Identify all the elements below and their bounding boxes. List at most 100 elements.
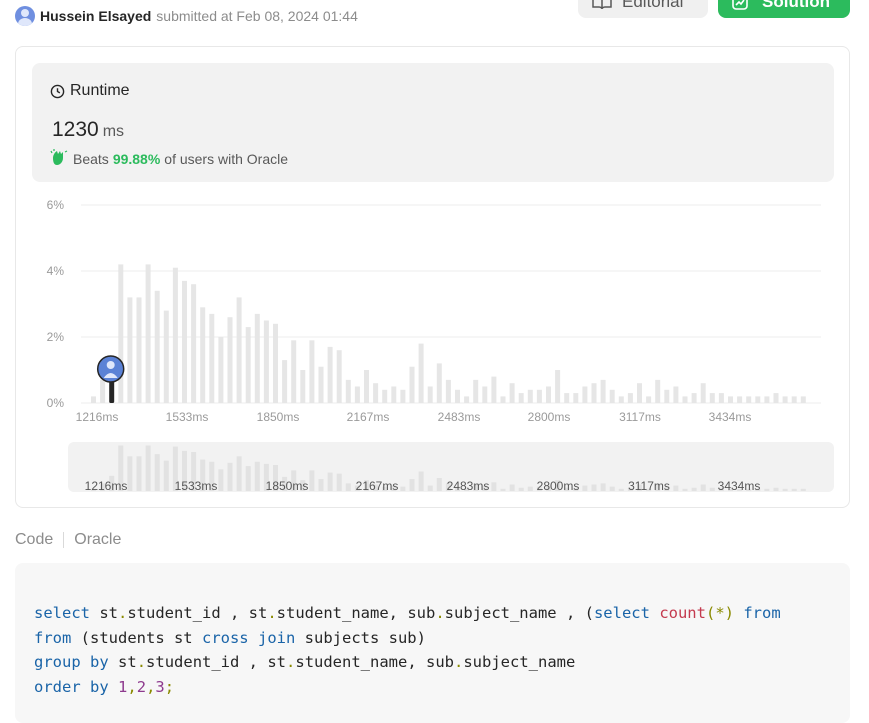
y-tick-label: 2% xyxy=(47,330,65,344)
bar xyxy=(673,386,679,403)
bar xyxy=(518,393,524,403)
overview-bar xyxy=(609,486,615,491)
overview-bar xyxy=(764,488,770,491)
bar xyxy=(373,383,379,403)
bar xyxy=(573,393,579,403)
bar xyxy=(100,379,106,403)
beats-prefix: Beats xyxy=(73,150,109,167)
bar xyxy=(618,396,624,403)
bar xyxy=(482,386,488,403)
bar xyxy=(400,389,406,403)
code-token: 1 xyxy=(118,677,128,696)
bar xyxy=(773,393,779,403)
overview-bar xyxy=(227,462,233,491)
code-token: group xyxy=(34,653,81,671)
divider xyxy=(63,532,65,548)
avatar[interactable] xyxy=(15,6,35,26)
beats-suffix: of users with Oracle xyxy=(164,150,289,167)
beats-percentage: 99.88% xyxy=(112,150,161,167)
code-token: select xyxy=(593,604,650,622)
runtime-card: Runtime 1230 ms Beats 99.88% of users wit… xyxy=(15,46,850,508)
overview-bar xyxy=(136,456,142,491)
bar xyxy=(172,267,178,403)
overview-bar xyxy=(791,488,797,491)
runtime-stat-panel: Runtime 1230 ms Beats 99.88% of users wit… xyxy=(32,63,834,182)
overview-bar xyxy=(236,456,242,491)
code-token: , xyxy=(146,677,156,696)
runtime-title-row: Runtime xyxy=(50,82,130,100)
clapping-hands-icon xyxy=(50,149,68,168)
overview-tick-label: 1533ms xyxy=(175,479,218,493)
bar xyxy=(600,379,606,403)
overview-bar xyxy=(154,454,160,491)
code-label: Code xyxy=(15,531,54,548)
bar xyxy=(263,320,269,403)
y-tick-label: 6% xyxy=(47,198,65,212)
overview-tick-label: 3434ms xyxy=(718,479,761,493)
bar xyxy=(627,393,633,403)
code-token: by xyxy=(90,677,109,696)
code-token: count xyxy=(659,604,706,622)
x-tick-label: 1850ms xyxy=(257,410,300,424)
bar xyxy=(209,313,215,403)
code-token: subjects sub) xyxy=(295,628,426,647)
bar xyxy=(118,264,124,403)
code-token: (students st xyxy=(71,628,202,647)
overview-bar xyxy=(327,472,333,491)
submission-author-line: Hussein Elsayed submitted at Feb 08, 202… xyxy=(15,6,358,26)
bar xyxy=(391,386,397,403)
code-language[interactable]: Oracle xyxy=(74,531,121,549)
x-tick-label: 1216ms xyxy=(76,410,119,424)
solution-button[interactable]: Solution xyxy=(718,0,850,18)
bar xyxy=(227,317,233,403)
code-token: student_id , st xyxy=(127,604,268,622)
code-token: student_name, sub xyxy=(295,653,454,671)
bar xyxy=(409,366,415,403)
bar xyxy=(509,383,515,403)
code-block[interactable]: select st.student_id , st.student_name, … xyxy=(15,563,850,723)
overview-bar xyxy=(700,484,706,491)
overview-bar xyxy=(400,486,406,491)
y-tick-label: 0% xyxy=(47,396,65,410)
author-name[interactable]: Hussein Elsayed xyxy=(40,8,151,24)
editorial-label: Editorial xyxy=(622,0,684,11)
bar xyxy=(782,396,788,403)
code-token: . xyxy=(118,604,128,622)
bar xyxy=(91,396,96,403)
code-token: 3 xyxy=(155,677,165,696)
bar xyxy=(555,370,561,403)
bar xyxy=(564,393,570,403)
overview-bar xyxy=(245,466,251,491)
runtime-distribution-chart: 6% 4% 2% 0% 1216ms 1533ms 1850ms 2167ms 2483ms 28… xyxy=(47,198,834,493)
bar xyxy=(755,396,761,403)
bar xyxy=(336,350,342,403)
overview-bar xyxy=(800,488,806,491)
code-token: by xyxy=(90,653,109,671)
bar xyxy=(746,396,752,403)
overview-bar xyxy=(782,488,788,491)
bar xyxy=(218,337,224,403)
bar xyxy=(491,376,497,403)
code-token: student_id , st xyxy=(146,653,287,671)
bar xyxy=(364,370,369,403)
editorial-button[interactable]: Editorial xyxy=(578,0,708,18)
overview-bar xyxy=(218,469,224,491)
overview-bar xyxy=(518,487,524,491)
code-token: subject_name xyxy=(463,653,576,671)
bar xyxy=(163,310,169,403)
bar xyxy=(182,280,187,403)
bar xyxy=(318,366,324,403)
bar xyxy=(327,346,333,403)
code-token: 2 xyxy=(136,677,147,696)
overview-bar xyxy=(673,485,679,491)
bar xyxy=(728,396,733,403)
overview-bar xyxy=(336,473,342,491)
overview-bar xyxy=(582,485,588,491)
bar xyxy=(154,290,160,403)
bar xyxy=(418,343,424,403)
code-header: Code Oracle xyxy=(15,531,121,549)
bar xyxy=(354,386,360,403)
overview-bar xyxy=(527,486,533,491)
overview-bar xyxy=(709,487,715,491)
